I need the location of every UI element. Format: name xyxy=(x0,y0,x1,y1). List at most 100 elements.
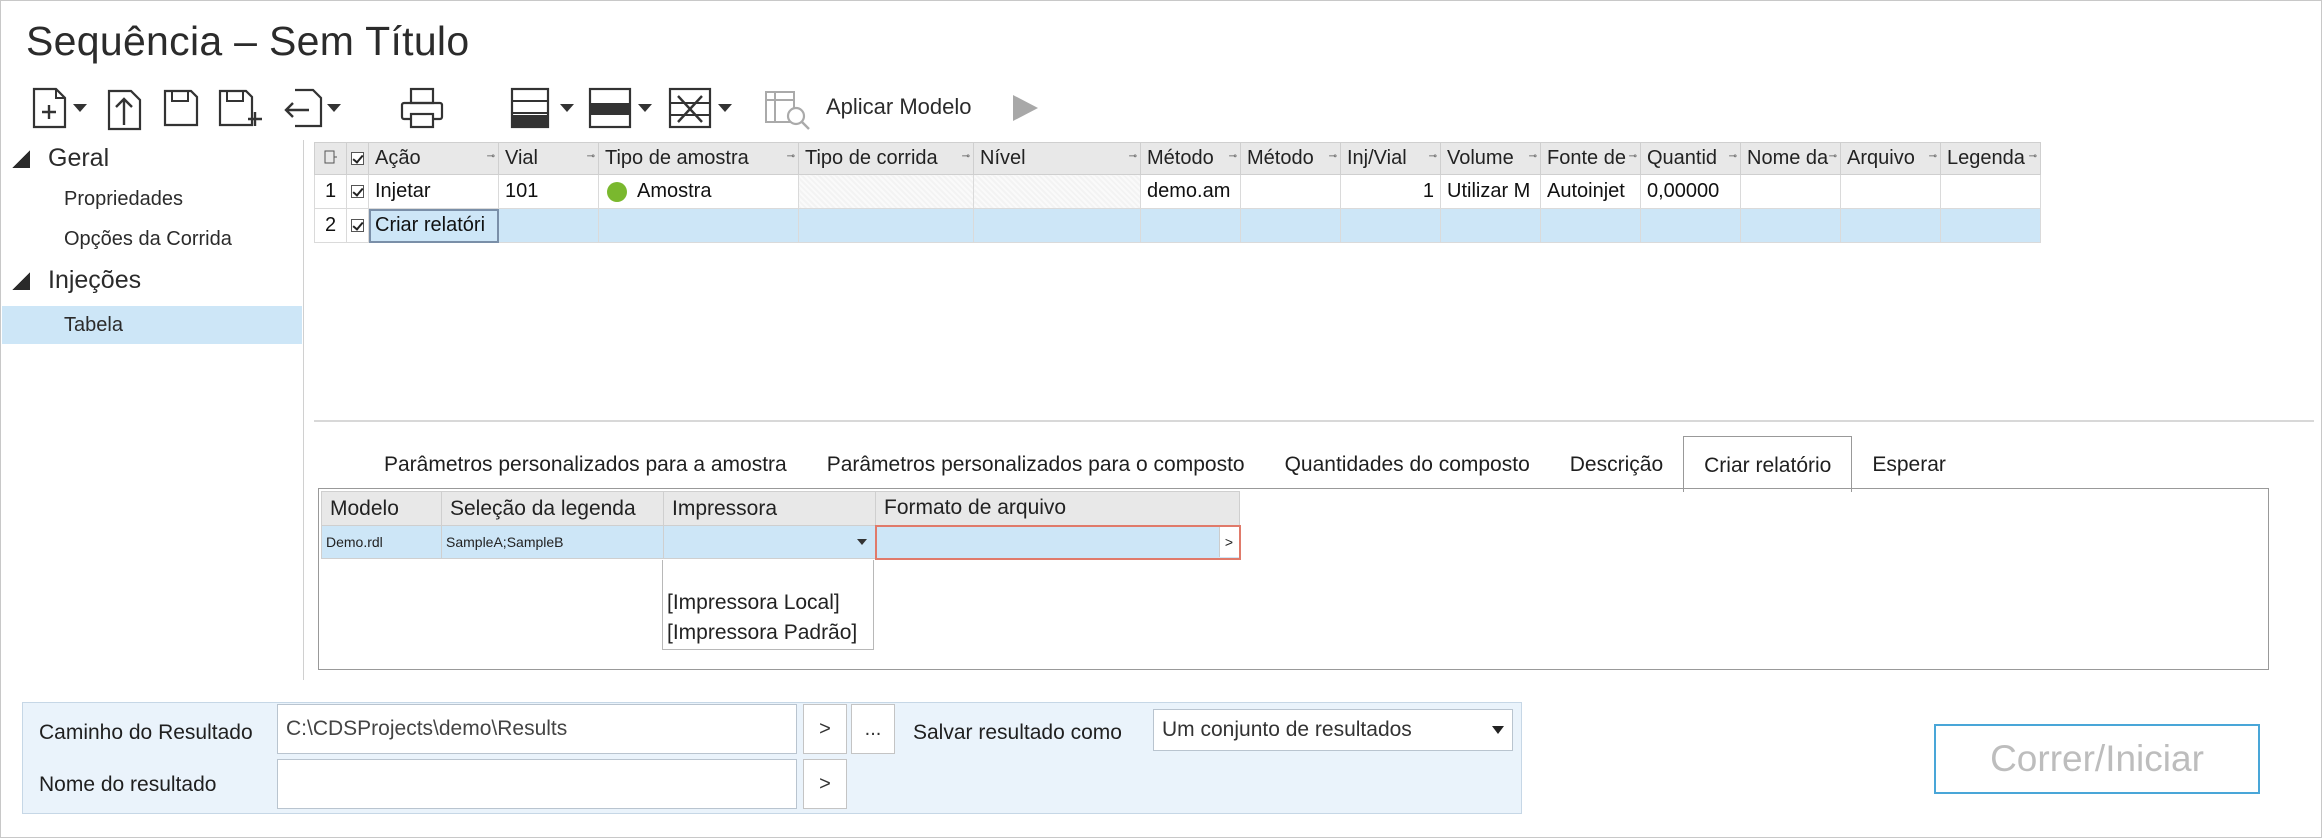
cell-arquivo[interactable] xyxy=(1840,174,1941,209)
nav-item-tabela[interactable]: Tabela xyxy=(2,306,302,344)
cell-fonte[interactable] xyxy=(1540,208,1641,243)
cell-arquivo[interactable] xyxy=(1840,208,1941,243)
col-header-arquivo[interactable]: Arquivo ⊸ xyxy=(1840,142,1941,175)
chevron-down-icon[interactable] xyxy=(327,104,341,112)
col-header-fonte[interactable]: Fonte de ⊸ xyxy=(1540,142,1641,175)
cell-fonte[interactable]: Autoinjet xyxy=(1540,174,1641,209)
tab-sample-params[interactable]: Parâmetros personalizados para a amostra xyxy=(318,438,807,492)
col-header-metodo-2[interactable]: Método ⊸ xyxy=(1240,142,1341,175)
printer-option-default[interactable]: [Impressora Padrão] xyxy=(663,618,873,648)
checkbox-icon[interactable] xyxy=(351,219,364,233)
cell-volume[interactable]: Utilizar M xyxy=(1440,174,1541,209)
cell-quantid[interactable]: 0,00000 xyxy=(1640,174,1741,209)
cell-metodo-2[interactable] xyxy=(1240,174,1341,209)
print-button[interactable] xyxy=(392,80,452,136)
table-row[interactable]: Demo.rdl SampleA;SampleB > xyxy=(321,524,1241,560)
col-header-metodo-1[interactable]: Método ⊸ xyxy=(1140,142,1241,175)
panel-splitter[interactable] xyxy=(314,420,2314,422)
col-header-modelo[interactable]: Modelo xyxy=(321,491,442,526)
open-button[interactable] xyxy=(100,80,150,136)
col-header-volume[interactable]: Volume ⊸ xyxy=(1440,142,1541,175)
run-start-button[interactable]: Correr/Iniciar xyxy=(1934,724,2260,794)
checkbox-icon[interactable] xyxy=(351,152,364,166)
chevron-down-icon[interactable] xyxy=(856,539,867,545)
cell-vial[interactable] xyxy=(498,208,599,243)
nav-item-propriedades[interactable]: Propriedades xyxy=(2,180,302,218)
result-path-input[interactable]: C:\CDSProjects\demo\Results xyxy=(277,704,797,754)
col-header-impressora[interactable]: Impressora xyxy=(663,491,876,526)
result-name-input[interactable] xyxy=(277,759,797,809)
check-all-header[interactable] xyxy=(346,142,369,175)
cell-nome[interactable] xyxy=(1740,208,1841,243)
cell-tipo-amostra[interactable]: Amostra xyxy=(598,174,799,209)
delete-row-button[interactable] xyxy=(660,80,740,136)
chevron-down-icon[interactable] xyxy=(73,104,87,112)
run-button-toolbar[interactable] xyxy=(1000,80,1050,136)
insert-below-button[interactable] xyxy=(580,80,660,136)
cell-metodo-1[interactable] xyxy=(1140,208,1241,243)
cell-nivel[interactable] xyxy=(973,208,1141,243)
col-header-acao[interactable]: Ação ⊸ xyxy=(368,142,499,175)
row-checkbox[interactable] xyxy=(346,208,369,243)
col-header-selecao-legenda[interactable]: Seleção da legenda xyxy=(441,491,664,526)
browse-button[interactable]: ... xyxy=(851,704,895,754)
cell-acao[interactable]: Criar relatóri xyxy=(368,208,499,243)
file-format-field[interactable]: > xyxy=(874,524,1241,560)
cell-tipo-corrida[interactable] xyxy=(798,174,974,209)
row-checkbox[interactable] xyxy=(346,174,369,209)
cell-quantid[interactable] xyxy=(1640,208,1741,243)
col-header-vial[interactable]: Vial ⊸ xyxy=(498,142,599,175)
file-format-button[interactable]: > xyxy=(1218,527,1238,557)
nav-item-opcoes-corrida[interactable]: Opções da Corrida xyxy=(2,220,302,258)
table-row[interactable]: 2 Criar relatóri xyxy=(314,208,2041,243)
col-header-nivel[interactable]: Nível ⊸ xyxy=(973,142,1141,175)
cell-tipo-corrida[interactable] xyxy=(798,208,974,243)
import-button[interactable] xyxy=(272,80,352,136)
chevron-down-icon[interactable] xyxy=(718,104,732,112)
chevron-down-icon[interactable] xyxy=(638,104,652,112)
save-as-select[interactable]: Um conjunto de resultados xyxy=(1153,709,1513,751)
result-path-expand-button[interactable]: > xyxy=(803,704,847,754)
cell-volume[interactable] xyxy=(1440,208,1541,243)
cell-nivel[interactable] xyxy=(973,174,1141,209)
cell-metodo-1[interactable]: demo.am xyxy=(1140,174,1241,209)
collapse-triangle-icon[interactable] xyxy=(12,149,30,168)
cell-inj-vial[interactable] xyxy=(1340,208,1441,243)
cell-acao[interactable]: Injetar xyxy=(368,174,499,209)
tab-create-report[interactable]: Criar relatório xyxy=(1683,436,1853,492)
tab-compound-quantities[interactable]: Quantidades do composto xyxy=(1265,438,1550,492)
cell-nome[interactable] xyxy=(1740,174,1841,209)
col-header-formato[interactable]: Formato de arquivo xyxy=(875,491,1240,526)
col-header-tipo-corrida[interactable]: Tipo de corrida ⊸ xyxy=(798,142,974,175)
col-header-legenda[interactable]: Legenda ⊸ xyxy=(1940,142,2041,175)
select-all-header[interactable] xyxy=(314,142,347,175)
cell-selecao-legenda[interactable]: SampleA;SampleB xyxy=(441,525,664,559)
checkbox-icon[interactable] xyxy=(351,185,364,199)
col-header-inj-vial[interactable]: Inj/Vial ⊸ xyxy=(1340,142,1441,175)
collapse-triangle-icon[interactable] xyxy=(12,271,30,290)
insert-row-button[interactable] xyxy=(502,80,582,136)
apply-model-icon-button[interactable] xyxy=(760,80,816,136)
chevron-down-icon[interactable] xyxy=(1492,726,1504,734)
nav-group-injecoes[interactable]: Injeções xyxy=(12,266,141,295)
result-name-expand-button[interactable]: > xyxy=(803,759,847,809)
new-button[interactable] xyxy=(24,80,94,136)
cell-tipo-amostra[interactable] xyxy=(598,208,799,243)
cell-inj-vial[interactable]: 1 xyxy=(1340,174,1441,209)
cell-metodo-2[interactable] xyxy=(1240,208,1341,243)
save-as-button[interactable] xyxy=(212,80,268,136)
save-button[interactable] xyxy=(156,80,206,136)
printer-select[interactable] xyxy=(663,525,876,559)
tab-wait[interactable]: Esperar xyxy=(1852,438,1966,492)
col-header-tipo-amostra[interactable]: Tipo de amostra ⊸ xyxy=(598,142,799,175)
nav-group-geral[interactable]: Geral xyxy=(12,144,109,173)
cell-vial[interactable]: 101 xyxy=(498,174,599,209)
cell-legenda[interactable] xyxy=(1940,208,2041,243)
col-header-nome[interactable]: Nome da ⊸ xyxy=(1740,142,1841,175)
tab-compound-params[interactable]: Parâmetros personalizados para o compost… xyxy=(807,438,1265,492)
table-row[interactable]: 1 Injetar 101 Amostra demo.am 1 Utilizar… xyxy=(314,174,2041,209)
chevron-down-icon[interactable] xyxy=(560,104,574,112)
col-header-quantid[interactable]: Quantid ⊸ xyxy=(1640,142,1741,175)
apply-model-label[interactable]: Aplicar Modelo xyxy=(826,94,972,120)
tab-description[interactable]: Descrição xyxy=(1550,438,1683,492)
